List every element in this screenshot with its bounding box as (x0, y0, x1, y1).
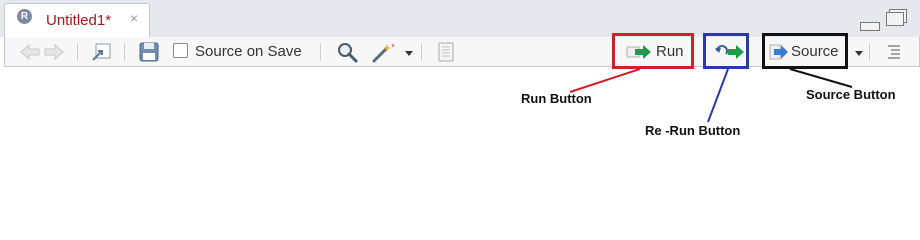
run-button-annotation: Run Button (521, 91, 592, 106)
run-leader-line (569, 68, 641, 93)
source-button-annotation: Source Button (806, 87, 896, 102)
rerun-button-annotation: Re -Run Button (645, 123, 741, 138)
annotation-lines (569, 68, 853, 123)
rerun-leader-line (707, 68, 729, 123)
source-leader-line (789, 68, 853, 88)
